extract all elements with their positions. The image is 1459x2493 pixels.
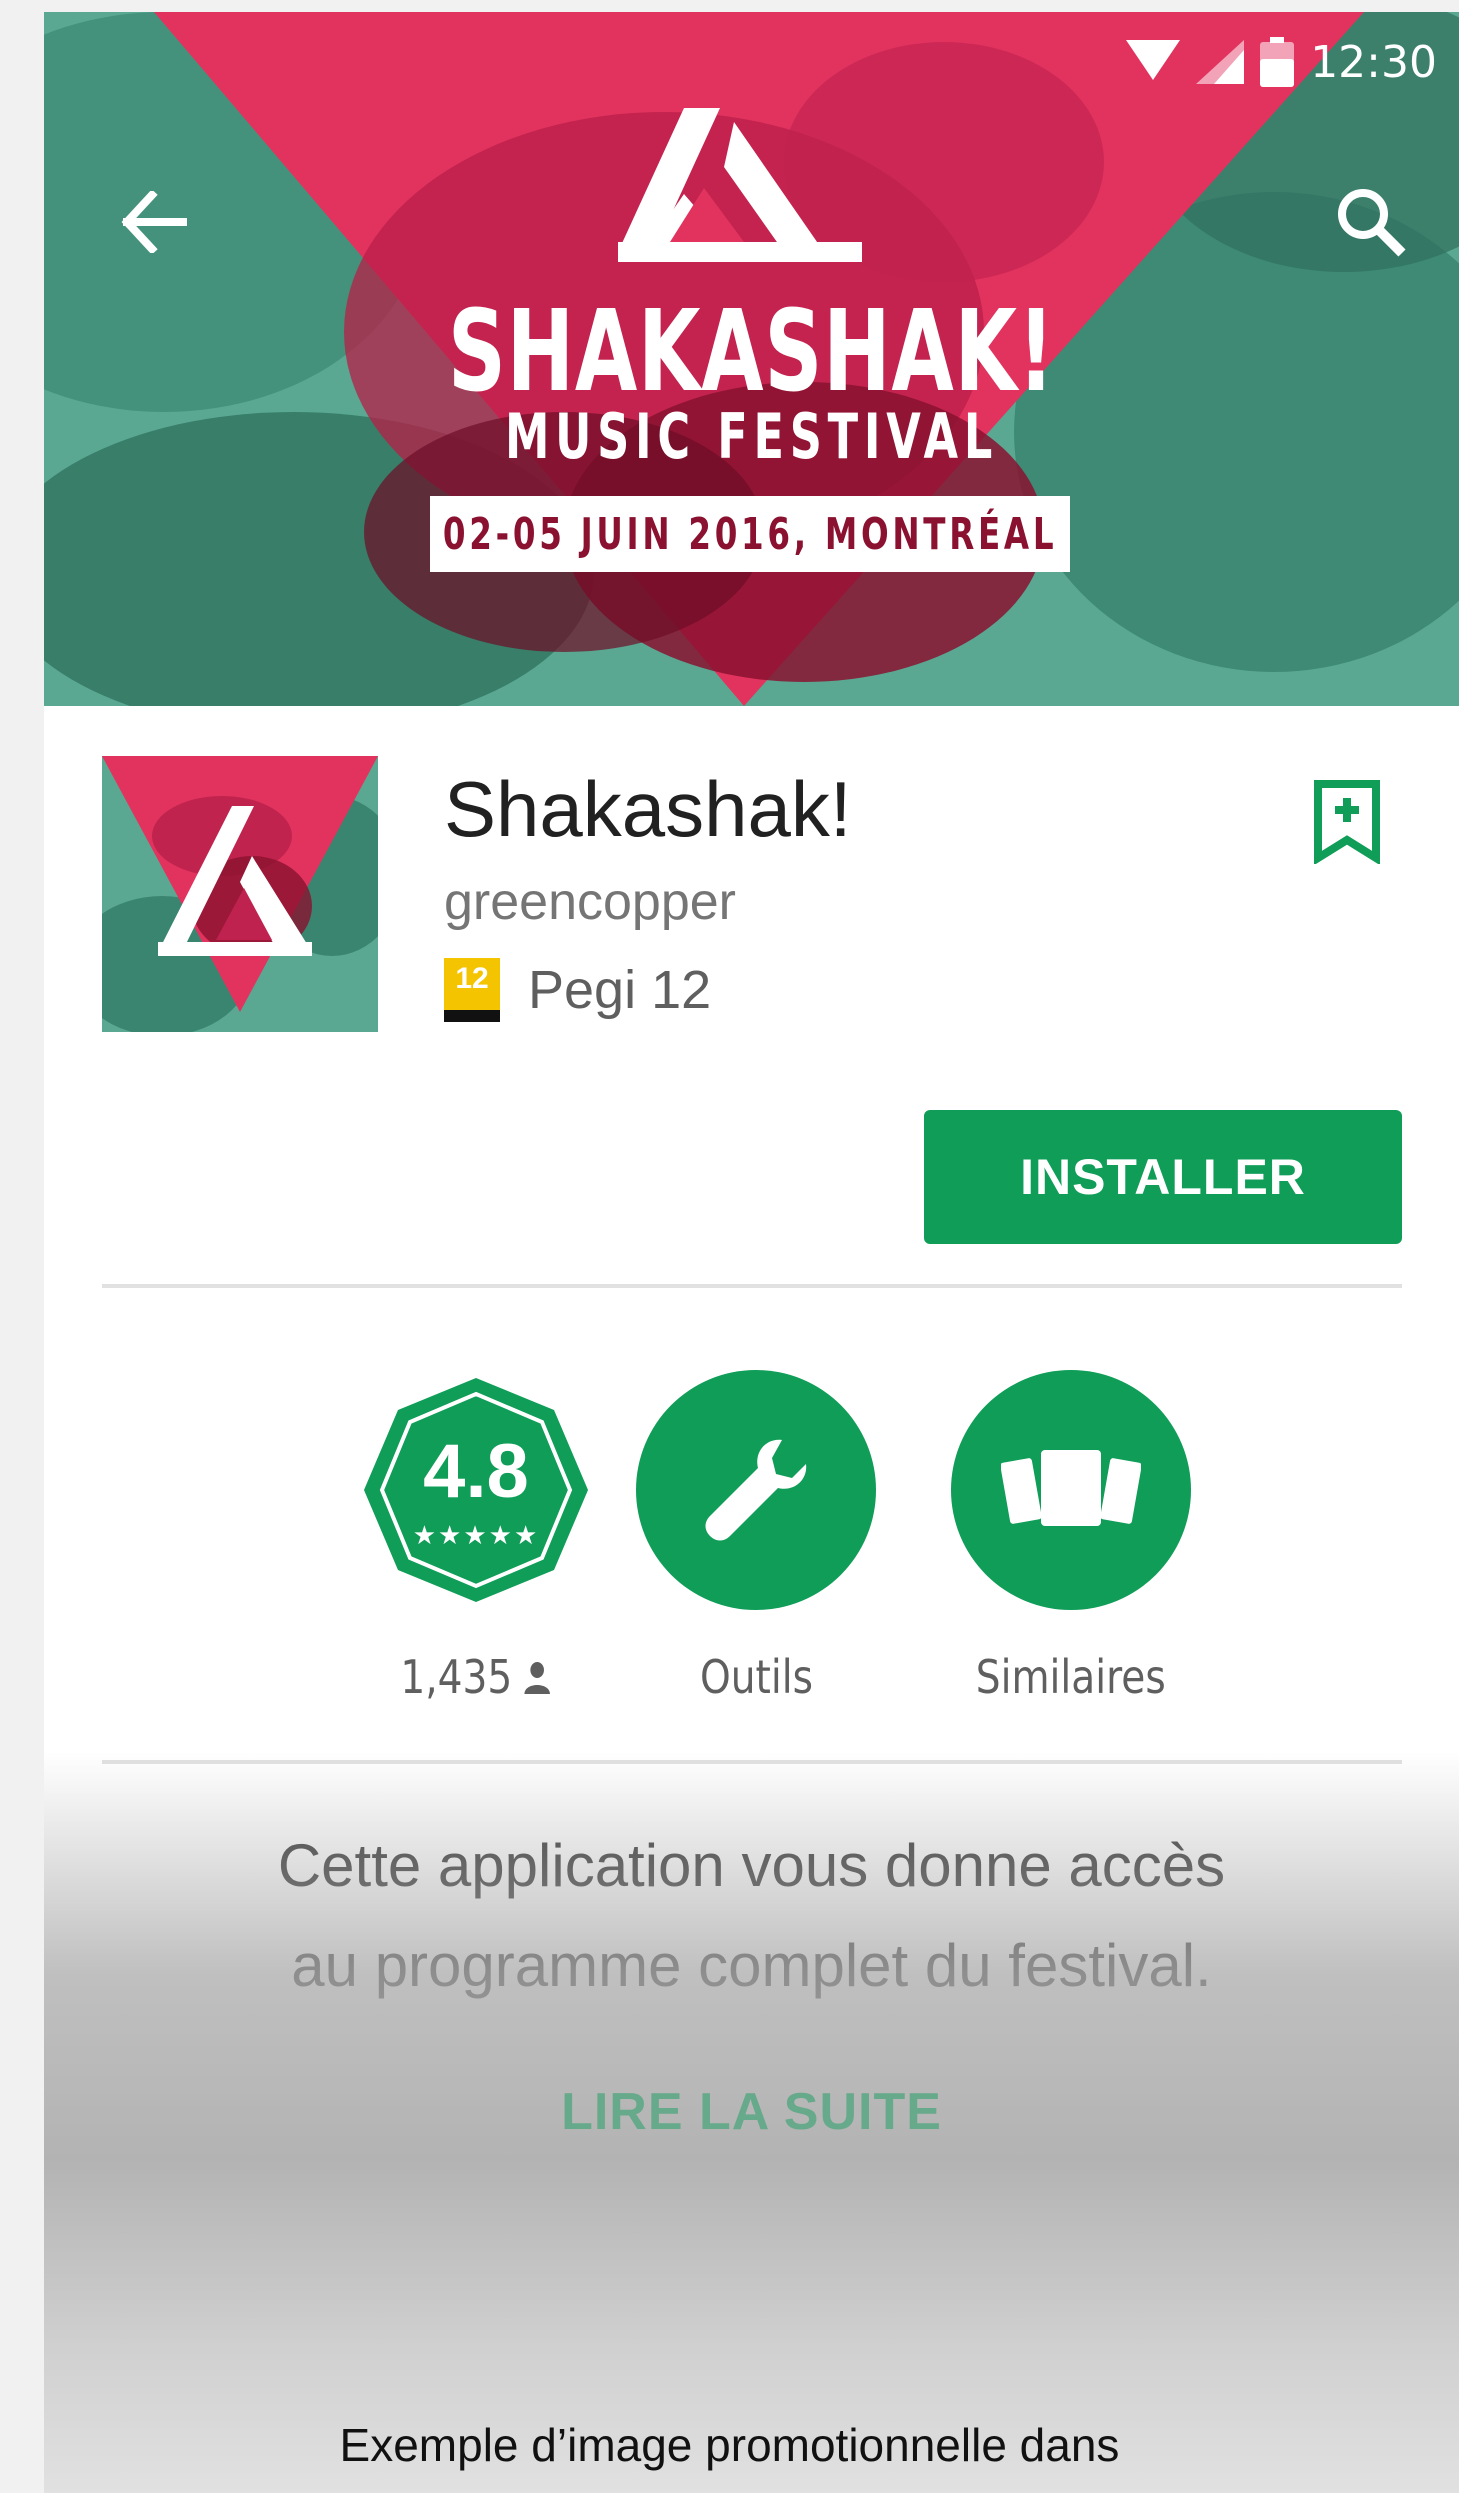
content-rating: 12 Pegi 12 <box>444 958 711 1022</box>
app-logo <box>102 756 378 1032</box>
phone-screen: 12:30 SHAKASHAK! MUSIC FESTIVAL 02-05 JU… <box>44 12 1459 2493</box>
similar-circle <box>951 1370 1191 1610</box>
festival-date-text: 02-05 JUIN 2016, MONTRÉAL <box>442 508 1058 560</box>
back-button[interactable] <box>106 174 202 270</box>
festival-date-banner: 02-05 JUIN 2016, MONTRÉAL <box>430 496 1070 572</box>
install-button[interactable]: INSTALLER <box>924 1110 1402 1244</box>
person-icon <box>524 1662 550 1694</box>
app-icon <box>102 756 378 1032</box>
divider <box>102 1284 1402 1288</box>
description-line: au programme complet du festival. <box>291 1932 1212 1999</box>
tools-label: Outils <box>699 1650 813 1704</box>
pegi-label: Pegi 12 <box>528 960 712 1020</box>
festival-title: SHAKASHAK! <box>447 287 1056 417</box>
developer-name[interactable]: greencopper <box>444 872 736 932</box>
signal-icon <box>1196 40 1245 84</box>
bookmark-add-icon <box>1314 780 1380 866</box>
tools-circle <box>636 1370 876 1610</box>
wifi-icon <box>1126 40 1181 80</box>
wishlist-button[interactable] <box>1312 778 1382 866</box>
description-line: Cette application vous donne accès <box>277 1832 1226 1899</box>
battery-icon <box>1260 37 1295 87</box>
wrench-icon <box>705 1439 807 1541</box>
divider <box>102 1760 1402 1764</box>
rating-count-label: 1,435 <box>400 1650 551 1704</box>
rating-stars: ★★★★★ <box>412 1520 540 1550</box>
rating-value: 4.8 <box>423 1429 529 1514</box>
arrow-left-icon <box>121 191 187 253</box>
similar-apps-icon <box>1001 1450 1141 1526</box>
feature-graphic: 12:30 SHAKASHAK! MUSIC FESTIVAL 02-05 JU… <box>44 12 1459 706</box>
app-name: Shakashak! <box>444 765 852 853</box>
rating-stat[interactable]: 4.8 ★★★★★ 1,435 <box>326 1370 626 1704</box>
pegi-badge-icon: 12 <box>444 958 500 1022</box>
tools-stat[interactable]: Outils <box>606 1370 906 1704</box>
image-caption: Exemple d’image promotionnelle dans <box>339 2419 1120 2471</box>
app-description: Cette application vous donne accès au pr… <box>44 1816 1459 2016</box>
similar-label: Similaires <box>976 1650 1166 1704</box>
status-time: 12:30 <box>1310 36 1437 88</box>
rating-badge: 4.8 ★★★★★ <box>356 1370 596 1610</box>
festival-subtitle: MUSIC FESTIVAL <box>504 400 999 473</box>
rating-count: 1,435 <box>400 1650 513 1704</box>
search-icon <box>1338 189 1406 257</box>
read-more-link[interactable]: LIRE LA SUITE <box>44 2082 1459 2142</box>
status-bar: 12:30 <box>1126 34 1437 90</box>
search-button[interactable] <box>1323 174 1419 270</box>
similar-stat[interactable]: Similaires <box>921 1370 1221 1704</box>
